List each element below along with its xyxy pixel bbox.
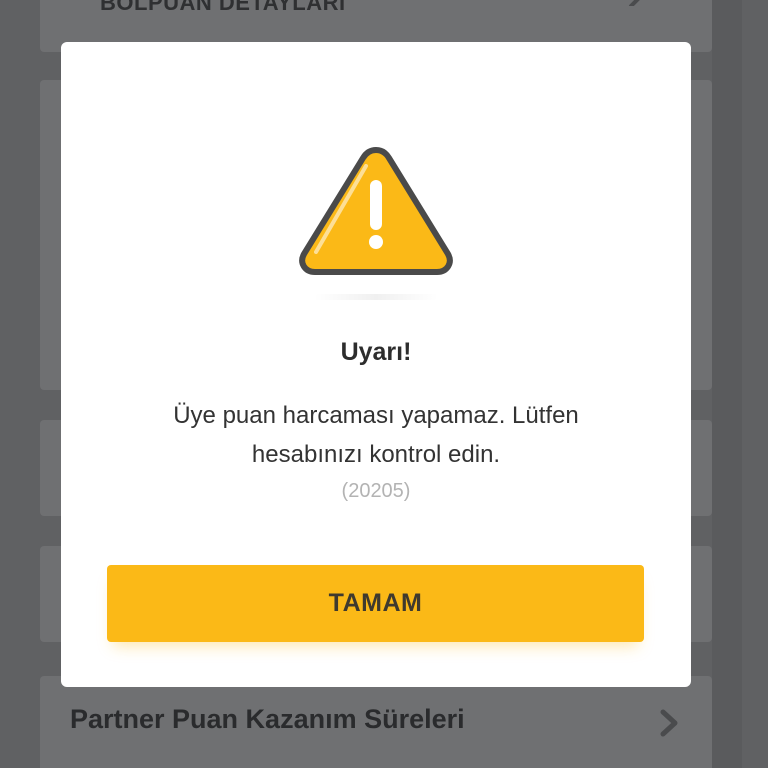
- dialog-message: Üye puan harcaması yapamaz. Lütfen hesab…: [173, 402, 579, 468]
- ok-button[interactable]: TAMAM: [107, 565, 644, 642]
- chevron-right-icon: [629, 0, 640, 6]
- dialog-title: Uyarı!: [340, 338, 412, 366]
- warning-triangle-icon: [299, 147, 453, 275]
- bolpuan-details-title: BOLPUAN DETAYLARI: [100, 0, 346, 15]
- chevron-right-icon: [660, 709, 678, 737]
- background-edge: [712, 0, 742, 768]
- error-code: (20205): [341, 480, 411, 502]
- icon-shadow: [314, 294, 438, 300]
- partner-points-title: Partner Puan Kazanım Süreleri: [70, 704, 465, 734]
